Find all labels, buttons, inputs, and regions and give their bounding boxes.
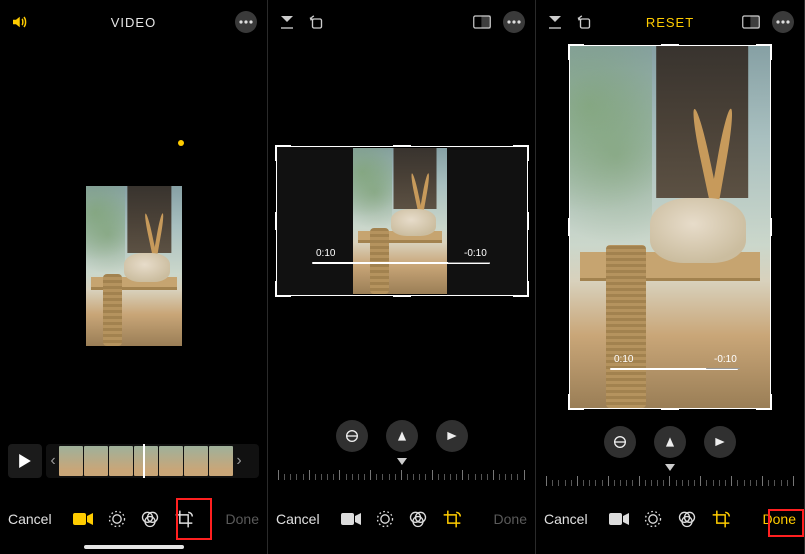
thumbnail [209, 446, 233, 476]
cancel-button[interactable]: Cancel [544, 511, 590, 527]
thumbnail [59, 446, 83, 476]
vertical-perspective-icon[interactable] [386, 420, 418, 452]
playback-progress-remaining [706, 368, 740, 369]
angle-marker[interactable] [665, 464, 675, 471]
crop-handle-left[interactable] [568, 218, 570, 236]
reset-button[interactable]: RESET [646, 15, 694, 30]
timeline-row: ‹ › [8, 442, 259, 480]
crop-frame[interactable] [276, 146, 528, 296]
play-button[interactable] [8, 444, 42, 478]
straighten-tool-icon[interactable] [336, 420, 368, 452]
crop-handle-bl[interactable] [568, 394, 584, 410]
more-icon[interactable] [503, 11, 525, 33]
time-remaining: -0:10 [464, 248, 487, 259]
angle-ruler[interactable] [546, 468, 794, 486]
adjust-mode-icon[interactable] [106, 508, 128, 530]
bottom-toolbar: Cancel Done [0, 504, 267, 534]
time-remaining: -0:10 [714, 354, 737, 365]
live-indicator-dot [178, 140, 184, 146]
thumbnail [134, 446, 158, 476]
trim-start-handle[interactable]: ‹ [48, 446, 58, 476]
time-elapsed: 0:10 [316, 248, 335, 259]
straighten-tool-icon[interactable] [604, 426, 636, 458]
aspect-ratio-icon[interactable] [473, 13, 491, 31]
flip-vertical-icon[interactable] [278, 13, 296, 31]
crop-handle-tr[interactable] [513, 145, 529, 161]
topbar: VIDEO [0, 0, 267, 44]
edit-video-default-panel: VIDEO ‹ › Cancel [0, 0, 268, 554]
crop-handle-right[interactable] [770, 218, 772, 236]
playback-progress-remaining [448, 262, 490, 263]
crop-handle-tl[interactable] [275, 145, 291, 161]
rotate-icon[interactable] [576, 13, 594, 31]
angle-marker[interactable] [397, 458, 407, 465]
filters-mode-icon[interactable] [139, 508, 161, 530]
filters-mode-icon[interactable] [407, 508, 429, 530]
adjust-mode-icon[interactable] [642, 508, 664, 530]
panel-title: VIDEO [111, 15, 156, 30]
crop-handle-tr[interactable] [756, 44, 772, 60]
topbar: RESET [536, 0, 804, 44]
bottom-toolbar: Cancel Done [268, 504, 535, 534]
flip-vertical-icon[interactable] [546, 13, 564, 31]
crop-handle-top[interactable] [661, 44, 679, 46]
bottom-toolbar: Cancel Done [536, 504, 804, 534]
video-preview[interactable] [86, 186, 182, 346]
video-mode-icon[interactable] [340, 508, 362, 530]
crop-frame[interactable] [569, 45, 771, 409]
more-icon[interactable] [772, 11, 794, 33]
angle-ruler[interactable] [278, 462, 525, 480]
crop-handle-br[interactable] [756, 394, 772, 410]
video-mode-icon[interactable] [608, 508, 630, 530]
crop-handle-bl[interactable] [275, 281, 291, 297]
filmstrip-scrubber[interactable]: ‹ › [46, 444, 259, 478]
cancel-button[interactable]: Cancel [8, 511, 54, 527]
done-button[interactable]: Done [213, 511, 259, 527]
aspect-ratio-icon[interactable] [742, 13, 760, 31]
thumbnail [184, 446, 208, 476]
home-indicator[interactable] [84, 545, 184, 549]
crop-handle-tl[interactable] [568, 44, 584, 60]
crop-handle-bottom[interactable] [393, 295, 411, 297]
crop-mode-icon[interactable] [710, 508, 732, 530]
topbar [268, 0, 535, 44]
crop-handle-left[interactable] [275, 212, 277, 230]
edit-video-crop-panel-landscape: 0:10 -0:10 Cancel [268, 0, 536, 554]
crop-handle-br[interactable] [513, 281, 529, 297]
trim-end-handle[interactable]: › [234, 446, 244, 476]
thumbnail [84, 446, 108, 476]
adjust-mode-icon[interactable] [374, 508, 396, 530]
playhead[interactable] [143, 444, 145, 478]
done-button[interactable]: Done [750, 511, 796, 527]
crop-handle-bottom[interactable] [661, 408, 679, 410]
thumbnail [159, 446, 183, 476]
more-icon[interactable] [235, 11, 257, 33]
crop-handle-top[interactable] [393, 145, 411, 147]
horizontal-perspective-icon[interactable] [436, 420, 468, 452]
horizontal-perspective-icon[interactable] [704, 426, 736, 458]
rotate-icon[interactable] [308, 13, 326, 31]
crop-handle-right[interactable] [527, 212, 529, 230]
filters-mode-icon[interactable] [676, 508, 698, 530]
crop-tool-row [268, 420, 535, 452]
volume-icon[interactable] [10, 13, 28, 31]
video-mode-icon[interactable] [72, 508, 94, 530]
crop-mode-icon[interactable] [173, 508, 195, 530]
edit-video-crop-panel-portrait: RESET 0:10 -0:10 [536, 0, 805, 554]
cancel-button[interactable]: Cancel [276, 511, 322, 527]
crop-tool-row [536, 426, 804, 458]
thumbnail [109, 446, 133, 476]
time-elapsed: 0:10 [614, 354, 633, 365]
vertical-perspective-icon[interactable] [654, 426, 686, 458]
done-button[interactable]: Done [481, 511, 527, 527]
crop-mode-icon[interactable] [441, 508, 463, 530]
